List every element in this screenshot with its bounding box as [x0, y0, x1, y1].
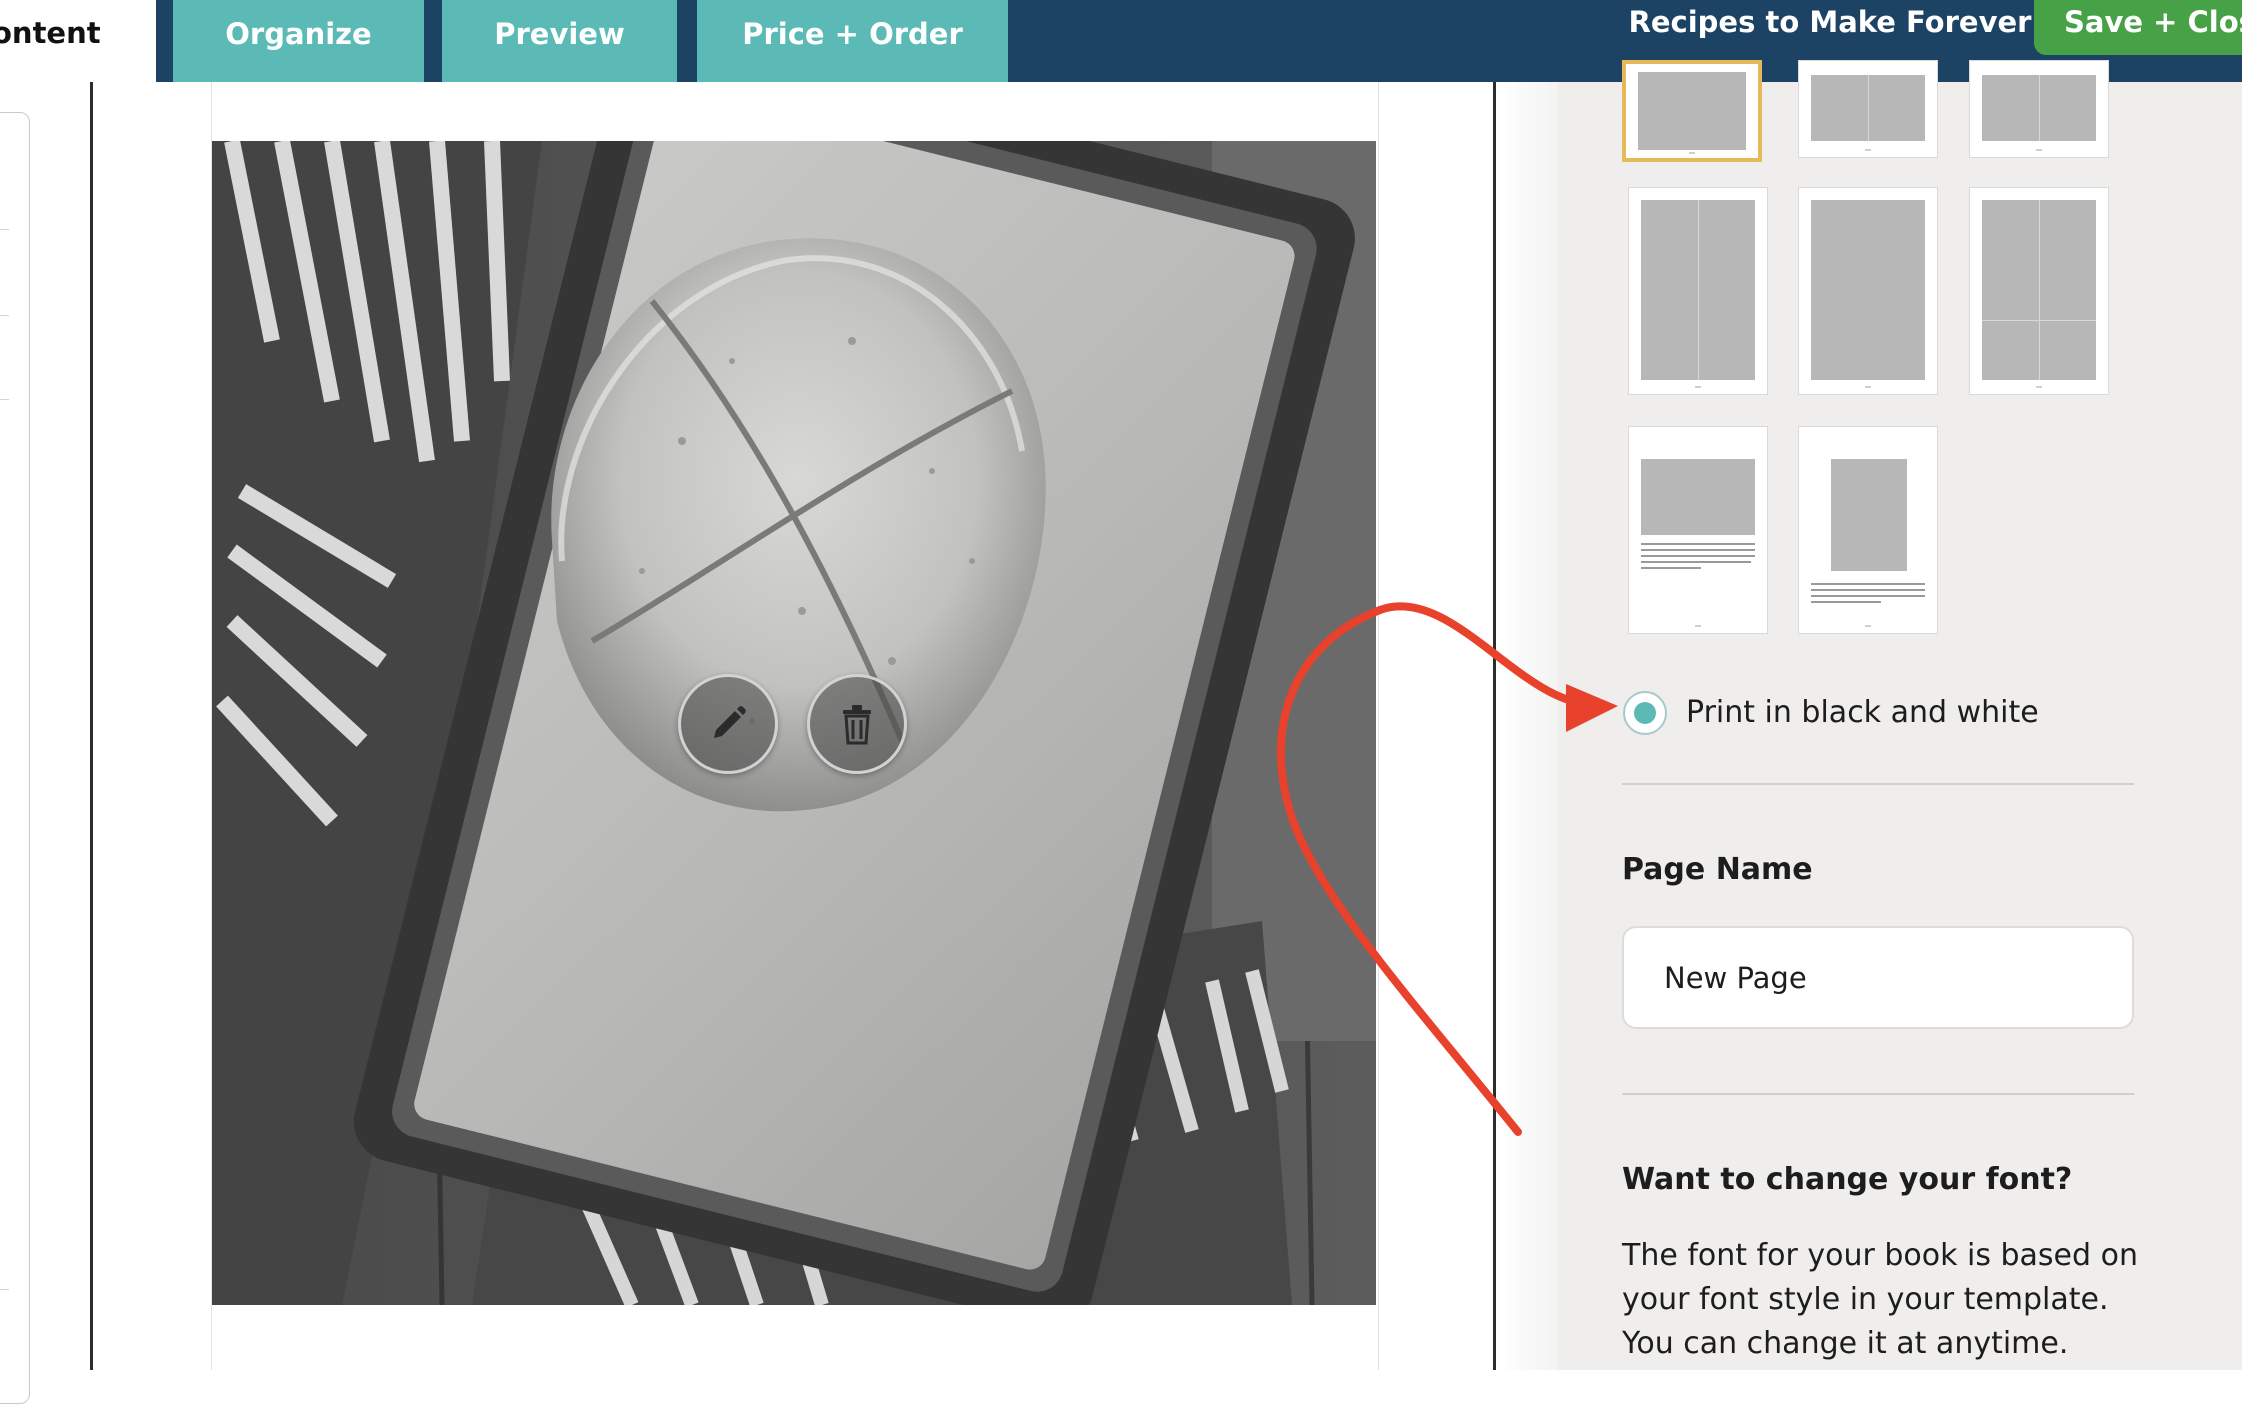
page-list-card[interactable]	[0, 112, 30, 1404]
book-title: Recipes to Make Forever	[1628, 5, 2032, 39]
bread-photo-image	[212, 141, 1376, 1305]
print-bw-label: Print in black and white	[1686, 695, 2039, 730]
layout-thumbnail-4[interactable]	[1628, 187, 1768, 395]
layout-thumbnail-3[interactable]	[1969, 60, 2109, 158]
print-bw-radio[interactable]	[1623, 691, 1667, 735]
divider	[0, 399, 9, 400]
layout-thumbnail-7[interactable]	[1628, 426, 1768, 634]
divider	[1622, 783, 2134, 785]
tab-organize[interactable]: Organize	[173, 0, 424, 82]
layout-thumbnail-5[interactable]	[1798, 187, 1938, 395]
page-name-label: Page Name	[1622, 852, 1813, 887]
font-section-text: The font for your book is based on your …	[1622, 1238, 2138, 1361]
layout-thumbnail-2[interactable]	[1798, 60, 1938, 158]
gutter	[1496, 82, 1558, 1370]
tab-preview[interactable]: Preview	[442, 0, 677, 82]
recipe-photo[interactable]	[212, 141, 1376, 1305]
left-page-list	[0, 82, 92, 1404]
font-section-heading: Want to change your font?	[1622, 1162, 2073, 1197]
layout-thumbnail-6[interactable]	[1969, 187, 2109, 395]
divider	[0, 1289, 9, 1290]
layout-thumbnail-1[interactable]	[1622, 60, 1762, 162]
pencil-icon	[714, 706, 746, 738]
layout-thumbnail-8[interactable]	[1798, 426, 1938, 634]
page-name-input[interactable]	[1622, 926, 2134, 1029]
save-close-button[interactable]: Save + Close	[2034, 0, 2242, 55]
divider	[1622, 1093, 2134, 1095]
divider	[0, 229, 9, 230]
delete-image-button[interactable]	[807, 674, 907, 774]
trash-icon	[843, 705, 871, 745]
edit-image-button[interactable]	[678, 674, 778, 774]
tab-price-order[interactable]: Price + Order	[697, 0, 1008, 82]
tab-content[interactable]: ontent	[0, 0, 156, 82]
divider	[0, 315, 9, 316]
